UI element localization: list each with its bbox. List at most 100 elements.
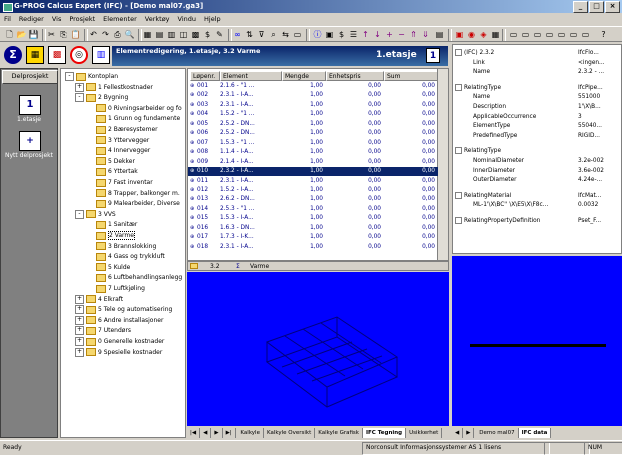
collapse-icon[interactable] [455, 191, 462, 199]
property-row[interactable]: OuterDiameter 4.24e-... [453, 176, 613, 186]
tree-item[interactable]: 8 Trapper, balkonger m. [85, 189, 180, 199]
building-module-icon[interactable]: ▩ [48, 46, 66, 64]
tree-item[interactable]: 1 Sanitær [85, 220, 137, 230]
window-4-icon[interactable]: ▭ [544, 29, 555, 40]
tree-item[interactable]: 2 Varme [85, 231, 135, 241]
property-row[interactable]: RelatingType [453, 147, 613, 157]
paste-icon[interactable]: 📋 [70, 29, 81, 40]
menu-item-7[interactable]: Hjelp [200, 13, 225, 25]
window-6-icon[interactable]: ▭ [568, 29, 579, 40]
new-file-icon[interactable]: 🗋 [4, 29, 15, 40]
undo-icon[interactable]: ↶ [88, 29, 99, 40]
property-row[interactable]: Link <ingen... [453, 59, 613, 69]
chart-module-icon[interactable]: ▥ [92, 46, 110, 64]
table-scrollbar[interactable] [437, 69, 448, 260]
tab-right-0[interactable]: Demo mal07 [476, 428, 519, 438]
expand-icon[interactable]: + [75, 347, 84, 357]
col-header-sum[interactable]: Sum [384, 71, 438, 81]
sigma-icon[interactable]: Σ [4, 46, 22, 64]
find-icon[interactable]: ⌕ [268, 29, 279, 40]
window-3-icon[interactable]: ▭ [532, 29, 543, 40]
filter-icon[interactable]: ⊽ [256, 29, 267, 40]
minimize-button[interactable]: _ [573, 1, 588, 13]
sort-icon[interactable]: ⇅ [244, 29, 255, 40]
copy-icon[interactable]: ⎘ [58, 29, 69, 40]
lifebuoy-icon[interactable]: ◎ [70, 46, 88, 64]
expand-icon[interactable]: - [65, 72, 74, 81]
tab-view-4[interactable]: Usikkerhet [406, 428, 443, 438]
tree-item[interactable]: 3 Brannslokking [85, 242, 156, 252]
window-2-icon[interactable]: ▭ [520, 29, 531, 40]
tree-item[interactable]: 4 Gass og trykkluft [85, 252, 165, 262]
new-subproject-icon[interactable]: + [19, 131, 41, 151]
tab-view-1[interactable]: Kalkyle Oversikt [264, 428, 316, 438]
tree-item[interactable]: - 2 Bygning [75, 93, 128, 103]
col-header-unitprice[interactable]: Enhetspris [326, 71, 384, 81]
collapse-icon[interactable] [455, 217, 462, 224]
table-row[interactable]: 008 1.1.4 - I-A... 1,00 0,00 0,00 ⊕ [188, 148, 438, 157]
property-row[interactable]: ApplicableOccurrence 3 [453, 113, 613, 123]
tree-item[interactable]: +9 Spesielle kostnader [75, 347, 162, 358]
info-icon[interactable]: ⓘ [312, 29, 323, 40]
property-row[interactable]: (IFC) 2.3.2 IfcFlo... [453, 49, 613, 59]
arrow-up-icon[interactable]: ↑ [360, 29, 371, 40]
tree-item[interactable]: +4 Elkraft [75, 294, 123, 305]
grid-icon[interactable]: ▩ [190, 29, 201, 40]
layers-icon[interactable]: ◫ [178, 29, 189, 40]
table-row[interactable]: 005 2.5.2 - DN... 1,00 0,00 0,00 ⊕ [188, 120, 438, 129]
tab-nav-prev[interactable]: ◀ [200, 428, 212, 438]
remove-icon[interactable]: − [396, 29, 407, 40]
close-button[interactable]: × [605, 1, 620, 13]
arrow-down-icon[interactable]: ↓ [372, 29, 383, 40]
property-row[interactable]: Description 1'\X\B... [453, 103, 613, 113]
expand-icon[interactable]: - [75, 209, 84, 219]
tree-item[interactable]: 7 Luftkjøling [85, 284, 145, 294]
table-row[interactable]: 017 1.7.3 - I-K... 1,00 0,00 0,00 ⊕ [188, 233, 438, 242]
tree-item[interactable]: +1 Fellestkostnader [75, 82, 153, 93]
floor-icon[interactable]: 1 [19, 95, 41, 115]
property-row[interactable]: ML-1'\X\BC'' \X\E5\X\F8c... 0.0032 [453, 201, 613, 211]
table-row[interactable]: 014 2.5.3 - "1 ... 1,00 0,00 0,00 ⊕ [188, 205, 438, 214]
property-row[interactable]: Name 551000 [453, 93, 613, 103]
ifc-3d-view[interactable] [187, 272, 449, 426]
tree-item[interactable]: 1 Grunn og fundamente [85, 114, 180, 124]
menu-item-1[interactable]: Rediger [15, 13, 48, 25]
tree-item[interactable]: - 3 VVS [75, 209, 116, 220]
link-icon[interactable]: ∞ [232, 29, 243, 40]
tab-right-1[interactable]: IFC data [518, 428, 552, 438]
replace-icon[interactable]: ⇆ [280, 29, 291, 40]
menu-item-5[interactable]: Verktøy [141, 13, 174, 25]
table-row[interactable]: 002 2.3.1 - I-A... 1,00 0,00 0,00 ⊕ [188, 91, 438, 100]
chart-icon[interactable]: ▥ [166, 29, 177, 40]
move-up-icon[interactable]: ⇑ [408, 29, 419, 40]
table-row[interactable]: 004 1.5.2 - "1 ... 1,00 0,00 0,00 ⊕ [188, 110, 438, 119]
tab-nav-last[interactable]: ▶| [223, 428, 236, 438]
sheet-icon[interactable]: ▤ [434, 29, 445, 40]
property-row[interactable]: Name 2.3.2 - ... [453, 68, 613, 78]
window-5-icon[interactable]: ▭ [556, 29, 567, 40]
expand-icon[interactable]: + [75, 337, 84, 346]
move-down-icon[interactable]: ⇓ [420, 29, 431, 40]
table-row[interactable]: 003 2.3.1 - I-A... 1,00 0,00 0,00 ⊕ [188, 101, 438, 110]
property-row[interactable]: ElementType 55040... [453, 122, 613, 132]
redo-icon[interactable]: ↷ [100, 29, 111, 40]
expand-icon[interactable]: + [75, 294, 84, 304]
collapse-icon[interactable] [455, 83, 462, 91]
add-icon[interactable]: + [384, 29, 395, 40]
table-row[interactable]: 006 2.5.2 - DN... 1,00 0,00 0,00 ⊕ [188, 129, 438, 138]
dollar-icon[interactable]: $ [336, 29, 347, 40]
table-row[interactable]: 009 2.1.4 - I-A... 1,00 0,00 0,00 ⊕ [188, 158, 438, 167]
expand-icon[interactable]: + [75, 305, 84, 315]
table-row[interactable]: 015 1.5.3 - I-A... 1,00 0,00 0,00 ⊕ [188, 214, 438, 223]
app-d-icon[interactable]: ▦ [490, 29, 501, 40]
tree-item[interactable]: 5 Kulde [85, 263, 130, 273]
tree-item[interactable]: 0 Rivningsarbeider og fo [85, 104, 182, 114]
app-a-icon[interactable]: ▣ [454, 29, 465, 40]
table-row[interactable]: 012 1.5.2 - I-A... 1,00 0,00 0,00 ⊕ [188, 186, 438, 195]
window-1-icon[interactable]: ▭ [508, 29, 519, 40]
tree-item[interactable]: +7 Utendørs [75, 326, 131, 336]
table-row[interactable]: 016 1.6.3 - DN... 1,00 0,00 0,00 ⊕ [188, 224, 438, 233]
table-row[interactable]: 001 2.1.6 - "1 ... 1,00 0,00 0,00 ⊕ [188, 82, 438, 91]
tab-nav-next-right[interactable]: ▶ [463, 428, 475, 438]
tab-view-3[interactable]: IFC Tegning [363, 428, 407, 438]
